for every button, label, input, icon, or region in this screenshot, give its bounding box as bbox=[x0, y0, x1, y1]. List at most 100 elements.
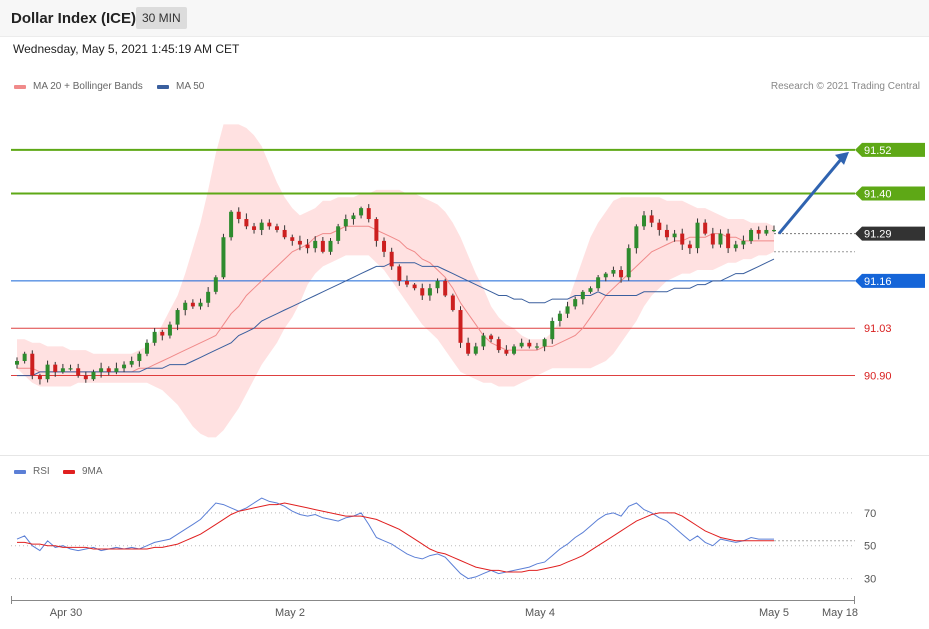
candle-body-up bbox=[481, 335, 486, 347]
candle-body-up bbox=[129, 361, 134, 365]
candle-body-down bbox=[297, 240, 302, 245]
candle-body-up bbox=[634, 226, 639, 249]
candle bbox=[30, 350, 35, 380]
candle-body-down bbox=[458, 310, 463, 343]
candle-body-down bbox=[244, 219, 249, 227]
candle-body-up bbox=[427, 288, 432, 296]
level-label: 91.52 bbox=[864, 145, 892, 157]
candle-body-up bbox=[542, 339, 547, 347]
candle-body-up bbox=[198, 302, 203, 307]
target-arrow-shaft bbox=[777, 155, 845, 235]
candle-body-down bbox=[687, 244, 692, 249]
x-axis: Apr 30 May 2 May 4 May 5 May 18 bbox=[11, 596, 858, 619]
candle-body-up bbox=[580, 291, 585, 300]
candle-body-down bbox=[756, 229, 761, 234]
candle-body-up bbox=[213, 277, 218, 292]
candle-body-down bbox=[30, 353, 35, 376]
candle-body-up bbox=[167, 324, 172, 336]
candle-body-up bbox=[336, 226, 341, 241]
candle-body-up bbox=[221, 237, 226, 278]
level-label: 90.90 bbox=[864, 371, 892, 383]
candle-body-down bbox=[404, 280, 409, 285]
candle-body-up bbox=[573, 299, 578, 307]
candle-body-down bbox=[412, 284, 417, 289]
candle-body-down bbox=[504, 350, 509, 354]
candle bbox=[213, 275, 218, 295]
candle-body-down bbox=[466, 342, 471, 354]
candle bbox=[450, 293, 455, 312]
candle-body-down bbox=[527, 342, 532, 347]
candle-body-down bbox=[450, 295, 455, 311]
candle-body-up bbox=[588, 288, 593, 292]
candle-body-up bbox=[68, 368, 73, 370]
candle-body-up bbox=[15, 361, 19, 365]
candle-body-up bbox=[313, 240, 318, 249]
candle-body-up bbox=[144, 342, 149, 354]
candle-body-up bbox=[519, 342, 524, 347]
candle-body-down bbox=[274, 226, 279, 230]
candle-body-down bbox=[726, 233, 731, 249]
candle bbox=[229, 210, 234, 241]
candle-body-down bbox=[160, 331, 165, 336]
candle-body-up bbox=[626, 248, 631, 278]
candle-body-down bbox=[267, 222, 272, 227]
candle-body-down bbox=[443, 280, 448, 296]
candle-body-down bbox=[76, 368, 81, 376]
x-tick-label: May 18 bbox=[822, 607, 858, 619]
candle-body-up bbox=[611, 270, 616, 274]
candle-body-up bbox=[137, 353, 142, 361]
level-label: 91.40 bbox=[864, 189, 892, 201]
candle-body-down bbox=[680, 233, 685, 245]
candle-body-up bbox=[435, 280, 440, 289]
candle-body-up bbox=[351, 215, 356, 220]
candle-body-down bbox=[366, 208, 371, 220]
candle-body-down bbox=[106, 368, 111, 372]
x-tick-label: Apr 30 bbox=[50, 607, 82, 619]
chart-canvas: 91.52 91.40 91.29 91.16 91.03 90.90 70 50 30 Ap… bbox=[0, 124, 929, 619]
candle-body-down bbox=[374, 219, 379, 241]
candle-body-up bbox=[45, 364, 50, 380]
candle bbox=[221, 233, 226, 280]
candle-body-up bbox=[718, 233, 723, 245]
candle-body-down bbox=[190, 302, 195, 307]
x-tick-label: May 5 bbox=[759, 607, 789, 619]
candle-body-up bbox=[473, 346, 478, 354]
candle-body-up bbox=[749, 229, 754, 241]
candle-body-up bbox=[229, 211, 234, 238]
candle-body-up bbox=[91, 371, 96, 380]
candle-body-down bbox=[282, 229, 287, 238]
candle-body-up bbox=[557, 313, 562, 321]
level-label: 91.29 bbox=[864, 229, 892, 241]
candle-body-down bbox=[420, 288, 425, 296]
candle-body-up bbox=[596, 277, 601, 289]
candle-body-down bbox=[664, 229, 669, 238]
rsi-panel: 70 50 30 bbox=[11, 497, 876, 586]
candle-body-up bbox=[565, 306, 570, 314]
candle-body-up bbox=[764, 229, 769, 234]
candle-body-up bbox=[695, 222, 700, 249]
candle-body-up bbox=[512, 346, 517, 354]
candle-body-up bbox=[328, 240, 333, 252]
rsi-tick-label: 30 bbox=[864, 574, 876, 586]
candle-body-down bbox=[649, 215, 654, 223]
candle-body-up bbox=[603, 273, 608, 278]
candle-body-up bbox=[175, 310, 180, 325]
candle-body-down bbox=[53, 364, 58, 372]
candle-body-down bbox=[710, 233, 715, 245]
candle-body-up bbox=[534, 346, 539, 348]
candle-body-down bbox=[305, 244, 310, 249]
candle-body-up bbox=[343, 219, 348, 227]
candle-body-up bbox=[359, 208, 364, 216]
candle-body-down bbox=[320, 240, 325, 252]
candle-body-up bbox=[22, 353, 27, 361]
candle-body-up bbox=[152, 331, 157, 343]
candle-body-up bbox=[122, 364, 127, 369]
candle bbox=[144, 339, 149, 357]
candle-body-up bbox=[733, 244, 738, 249]
candle-body-down bbox=[657, 222, 662, 230]
candle-body-down bbox=[252, 226, 257, 230]
candle-body-up bbox=[99, 368, 104, 372]
candle-body-down bbox=[37, 375, 42, 380]
candle-body-down bbox=[703, 222, 708, 234]
level-label: 91.16 bbox=[864, 276, 892, 288]
